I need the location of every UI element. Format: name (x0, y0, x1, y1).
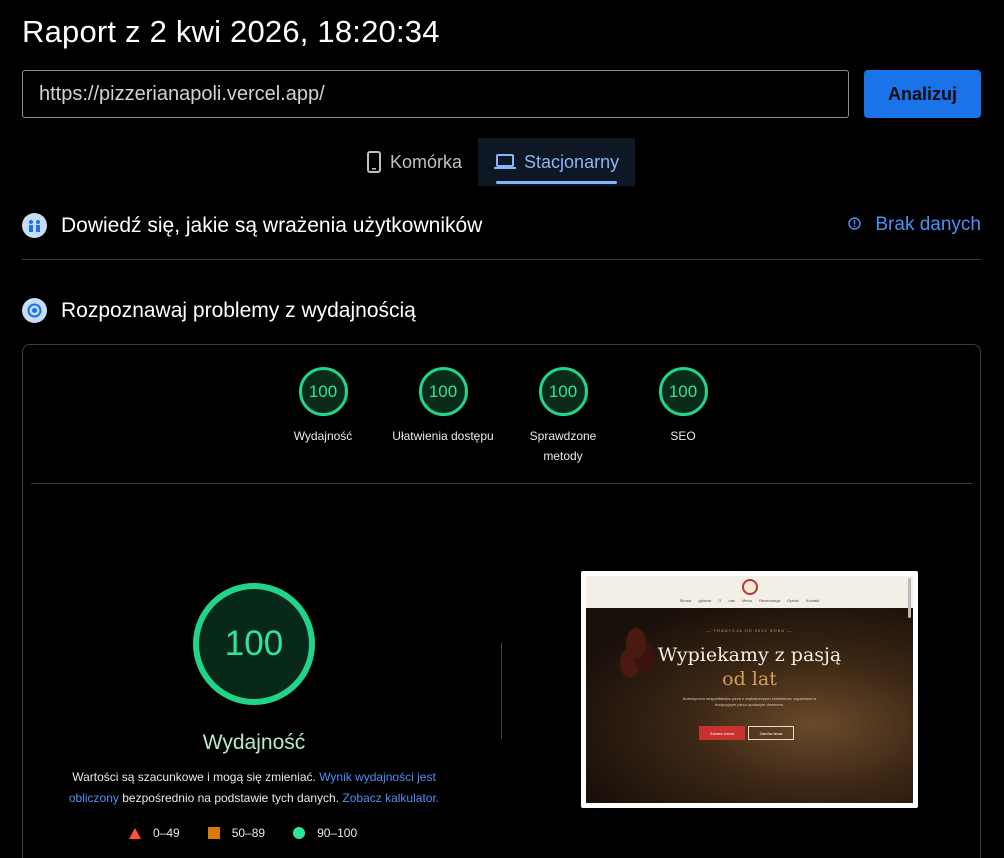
thumb-paragraph: Autentyczna neapolitańska pizza z najświ… (682, 696, 817, 707)
laptop-icon (494, 154, 517, 170)
legend-average-range: 50–89 (231, 826, 266, 840)
gauge-performance-value: 100 (298, 367, 348, 416)
tab-desktop-label: Stacjonarny (524, 151, 620, 172)
square-icon (207, 827, 220, 839)
ux-section-title: Dowiedź się, jakie są wrażenia użytkowni… (61, 213, 483, 237)
info-icon (848, 214, 862, 236)
pizzeria-logo-icon (741, 579, 758, 595)
gauge-accessibility[interactable]: 100 Ułatwienia dostępu (383, 367, 503, 446)
score-note: Wartości są szacunkowe i mogą się zmieni… (59, 767, 449, 809)
report-title: Raport z 2 kwi 2026, 18:20:34 (22, 14, 440, 49)
score-note-text: Wartości są szacunkowe i mogą się zmieni… (72, 770, 316, 784)
no-data-label: Brak danych (875, 214, 981, 235)
gauge-seo-label: SEO (670, 429, 696, 443)
ux-section-header: Dowiedź się, jakie są wrażenia użytkowni… (22, 213, 482, 238)
gauge-performance[interactable]: 100 Wydajność (263, 367, 383, 446)
thumb-heading-2: od lat (722, 668, 777, 690)
vertical-separator (501, 643, 502, 739)
tab-mobile[interactable]: Komórka (350, 138, 478, 186)
no-data-status[interactable]: Brak danych (848, 214, 981, 236)
main-score-gauge: 100 (193, 583, 315, 705)
performance-card: 100 Wydajność 100 Ułatwienia dostępu 100… (22, 344, 981, 858)
thumb-scrollbar (908, 578, 911, 618)
legend-fail: 0–49 (129, 826, 180, 840)
calculator-link[interactable]: Zobacz kalkulator. (342, 791, 439, 805)
page-screenshot: Strona główna O nas Menu Rezerwacja Opin… (581, 571, 918, 808)
gauge-seo[interactable]: 100 SEO (623, 367, 743, 446)
legend-pass: 90–100 (293, 826, 357, 840)
score-note-middle: bezpośrednio na podstawie tych danych. (122, 791, 340, 805)
phone-icon (366, 151, 382, 173)
score-legend: 0–49 50–89 90–100 (129, 826, 357, 840)
gauge-best-practices-value: 100 (538, 367, 588, 416)
thumb-menu: Strona główna O nas Menu Rezerwacja Opin… (679, 598, 820, 603)
gauge-accessibility-value: 100 (418, 367, 468, 416)
thumb-button-secondary: Zamów teraz (748, 726, 794, 740)
gauge-performance-label: Wydajność (293, 429, 353, 443)
gauge-best-practices[interactable]: 100 Sprawdzone metody (503, 367, 623, 466)
gauge-seo-value: 100 (658, 367, 708, 416)
legend-average: 50–89 (207, 826, 266, 840)
thumb-hero: — TRADYCJA OD 2012 ROKU — Wypiekamy z pa… (586, 608, 913, 803)
tab-mobile-label: Komórka (390, 151, 463, 172)
gauge-best-practices-label: Sprawdzone metody (529, 429, 597, 463)
thumb-button-primary: Zobacz menu (699, 726, 745, 740)
perf-section-header: Rozpoznawaj problemy z wydajnością (22, 298, 416, 323)
lighthouse-icon (22, 298, 47, 323)
triangle-icon (129, 827, 141, 839)
section-divider (22, 259, 981, 260)
users-icon (22, 213, 47, 238)
perf-section-title: Rozpoznawaj problemy z wydajnością (61, 298, 416, 322)
card-divider (31, 483, 972, 484)
thumb-heading-1: Wypiekamy z pasją (657, 644, 842, 666)
url-input[interactable] (22, 70, 849, 118)
device-tabs: Komórka Stacjonarny (350, 138, 636, 186)
circle-icon (293, 827, 306, 839)
tab-desktop[interactable]: Stacjonarny (478, 138, 636, 186)
thumb-navbar: Strona główna O nas Menu Rezerwacja Opin… (586, 576, 913, 608)
score-gauges: 100 Wydajność 100 Ułatwienia dostępu 100… (23, 367, 980, 467)
legend-fail-range: 0–49 (153, 826, 180, 840)
analyze-button[interactable]: Analizuj (864, 70, 981, 118)
main-score-label: Wydajność (202, 731, 306, 754)
legend-pass-range: 90–100 (317, 826, 358, 840)
thumb-pretitle: — TRADYCJA OD 2012 ROKU — (706, 628, 793, 633)
gauge-accessibility-label: Ułatwienia dostępu (392, 429, 494, 443)
